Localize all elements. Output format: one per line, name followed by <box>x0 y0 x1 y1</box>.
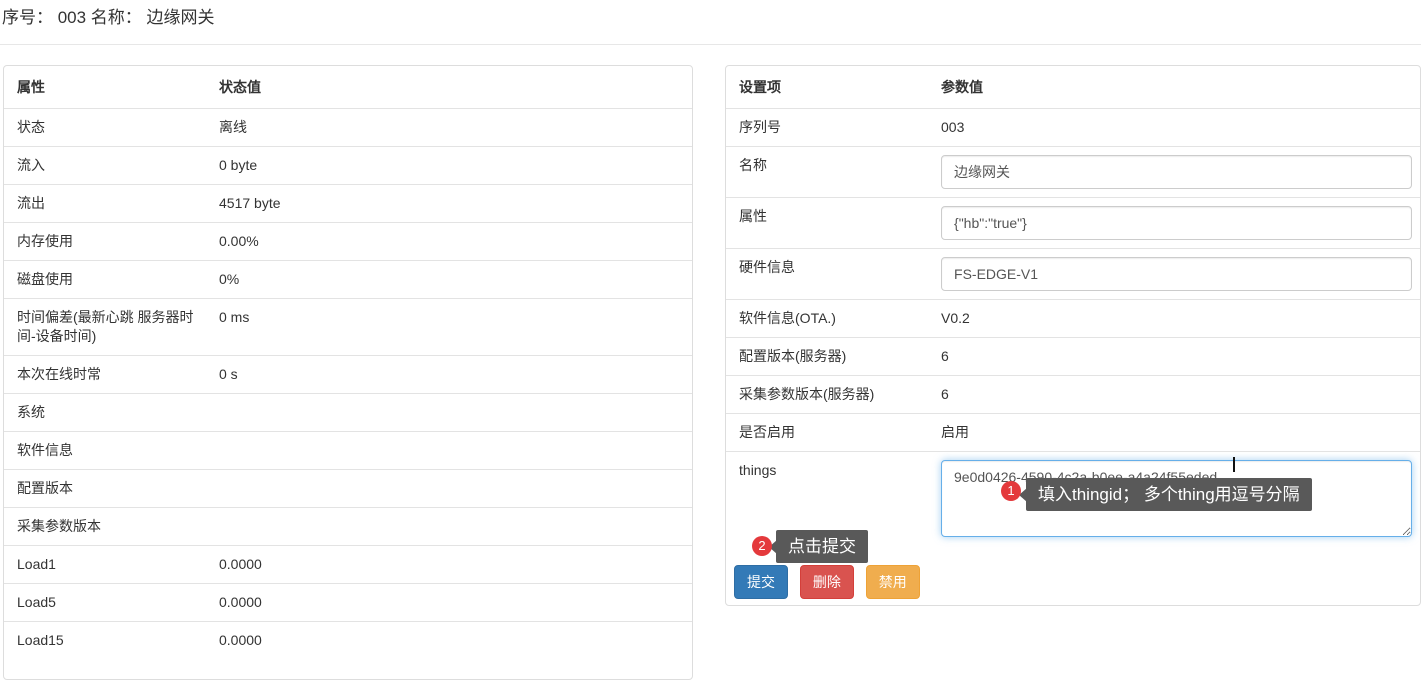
annotation-tooltip-2: 点击提交 <box>776 530 868 563</box>
row-value: 4517 byte <box>211 185 692 223</box>
header-divider <box>0 44 1421 45</box>
row-label: 硬件信息 <box>726 249 933 300</box>
table-row: Load5 0.0000 <box>4 584 692 622</box>
table-row: 配置版本(服务器) 6 <box>726 338 1420 376</box>
row-value: 0 s <box>211 356 692 394</box>
row-value <box>211 432 692 470</box>
row-label: 流出 <box>4 185 211 223</box>
settings-header-item: 设置项 <box>726 66 933 109</box>
annotation-tooltip-1: 填入thingid； 多个thing用逗号分隔 <box>1026 478 1312 511</box>
row-label: Load5 <box>4 584 211 622</box>
row-label: 软件信息(OTA.) <box>726 300 933 338</box>
table-row: 状态 离线 <box>4 109 692 147</box>
table-row: 时间偏差(最新心跳 服务器时间-设备时间) 0 ms <box>4 299 692 356</box>
annotation-badge-2: 2 <box>752 536 772 556</box>
config-version-value: 6 <box>933 338 1420 376</box>
enabled-value: 启用 <box>933 414 1420 452</box>
row-label: 状态 <box>4 109 211 147</box>
row-label: 软件信息 <box>4 432 211 470</box>
name-input[interactable] <box>941 155 1412 189</box>
table-row: 是否启用 启用 <box>726 414 1420 452</box>
table-row: 流出 4517 byte <box>4 185 692 223</box>
submit-button[interactable]: 提交 <box>734 565 788 599</box>
status-panel: 属性 状态值 状态 离线 流入 0 byte 流出 4517 byte <box>3 65 693 680</box>
table-row: 硬件信息 <box>726 249 1420 300</box>
row-label: 配置版本 <box>4 470 211 508</box>
row-label: 配置版本(服务器) <box>726 338 933 376</box>
row-value <box>211 508 692 546</box>
row-value <box>211 470 692 508</box>
row-label: 流入 <box>4 147 211 185</box>
table-row: 配置版本 <box>4 470 692 508</box>
row-label: 是否启用 <box>726 414 933 452</box>
table-row: Load1 0.0000 <box>4 546 692 584</box>
row-value: 0% <box>211 261 692 299</box>
settings-panel: 设置项 参数值 序列号 003 名称 属性 <box>725 65 1421 606</box>
row-label: Load15 <box>4 622 211 660</box>
table-row: 内存使用 0.00% <box>4 223 692 261</box>
row-value: 离线 <box>211 109 692 147</box>
row-label: 本次在线时常 <box>4 356 211 394</box>
table-row: 属性 <box>726 198 1420 249</box>
table-row: Load15 0.0000 <box>4 622 692 660</box>
disable-button[interactable]: 禁用 <box>866 565 920 599</box>
annotation-badge-1: 1 <box>1001 481 1021 501</box>
row-label: 名称 <box>726 147 933 198</box>
settings-table: 设置项 参数值 序列号 003 名称 属性 <box>726 66 1420 545</box>
page-header: 序号： 003 名称： 边缘网关 <box>0 0 1421 29</box>
attributes-input[interactable] <box>941 206 1412 240</box>
table-row: 本次在线时常 0 s <box>4 356 692 394</box>
row-label: 序列号 <box>726 109 933 147</box>
serial-number-value: 003 <box>933 109 1420 147</box>
row-label: 内存使用 <box>4 223 211 261</box>
delete-button[interactable]: 删除 <box>800 565 854 599</box>
settings-table-header-row: 设置项 参数值 <box>726 66 1420 109</box>
content: 属性 状态值 状态 离线 流入 0 byte 流出 4517 byte <box>0 65 1421 680</box>
table-row: 名称 <box>726 147 1420 198</box>
row-label: 系统 <box>4 394 211 432</box>
row-label: 采集参数版本 <box>4 508 211 546</box>
row-value: 0 byte <box>211 147 692 185</box>
status-header-attribute: 属性 <box>4 66 211 109</box>
row-label: 时间偏差(最新心跳 服务器时间-设备时间) <box>4 299 211 356</box>
status-table-header-row: 属性 状态值 <box>4 66 692 109</box>
row-value <box>211 394 692 432</box>
row-value: 0.0000 <box>211 622 692 660</box>
table-row: 流入 0 byte <box>4 147 692 185</box>
row-value: 0.0000 <box>211 584 692 622</box>
row-label: 磁盘使用 <box>4 261 211 299</box>
page-title: 序号： 003 名称： 边缘网关 <box>2 7 1421 29</box>
table-row: 系统 <box>4 394 692 432</box>
text-caret <box>1233 457 1235 472</box>
row-label: 属性 <box>726 198 933 249</box>
table-row: 软件信息 <box>4 432 692 470</box>
hardware-info-input[interactable] <box>941 257 1412 291</box>
collect-params-version-value: 6 <box>933 376 1420 414</box>
table-row: 磁盘使用 0% <box>4 261 692 299</box>
table-row: 采集参数版本 <box>4 508 692 546</box>
row-value: 0.0000 <box>211 546 692 584</box>
table-row: 序列号 003 <box>726 109 1420 147</box>
status-table: 属性 状态值 状态 离线 流入 0 byte 流出 4517 byte <box>4 66 692 659</box>
status-header-value: 状态值 <box>211 66 692 109</box>
settings-header-value: 参数值 <box>933 66 1420 109</box>
software-info-value: V0.2 <box>933 300 1420 338</box>
row-label: Load1 <box>4 546 211 584</box>
row-label: 采集参数版本(服务器) <box>726 376 933 414</box>
actions: 提交 删除 禁用 <box>734 565 1420 599</box>
row-value: 0.00% <box>211 223 692 261</box>
row-value: 0 ms <box>211 299 692 356</box>
table-row: 采集参数版本(服务器) 6 <box>726 376 1420 414</box>
table-row: 软件信息(OTA.) V0.2 <box>726 300 1420 338</box>
